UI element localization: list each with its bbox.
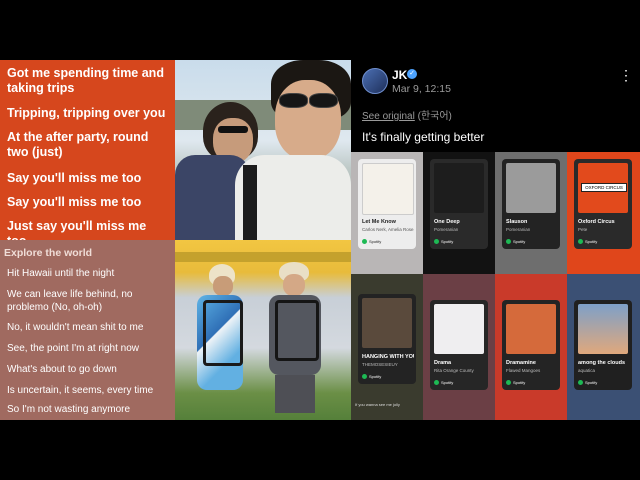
harness xyxy=(203,300,243,366)
song-card: among the clouds aquatica Spotify xyxy=(574,300,632,390)
song-card: One Deep Pomeranian Spotify xyxy=(430,159,488,249)
album-art-map xyxy=(362,163,414,215)
post-username[interactable]: JK xyxy=(392,68,407,82)
album-art xyxy=(506,163,556,213)
social-post: JK ✓ Mar 9, 12:15 ⋮ See original (한국어) I… xyxy=(351,60,640,420)
grid-image[interactable]: One Deep Pomeranian Spotify xyxy=(423,152,495,274)
song-title: One Deep xyxy=(434,219,460,225)
harness xyxy=(275,300,319,361)
album-art xyxy=(506,304,556,354)
image-grid: Let Me Know Carlos Nerk, Amelia Rose, RI… xyxy=(351,152,640,420)
sunglasses-icon xyxy=(218,126,248,133)
album-art xyxy=(434,163,484,213)
post-text: It's finally getting better xyxy=(362,130,485,144)
person-face xyxy=(275,80,341,160)
album-art xyxy=(434,304,484,354)
lyric-line-upcoming: No, it wouldn't mean shit to me xyxy=(7,322,144,333)
grid-image[interactable]: Let Me Know Carlos Nerk, Amelia Rose, RI… xyxy=(351,152,423,274)
spotify-brand: Spotify xyxy=(434,380,453,385)
person-face xyxy=(283,274,305,296)
song-card: Slauson Pomeranian Spotify xyxy=(502,159,560,249)
album-art xyxy=(578,304,628,354)
song-title: Let Me Know xyxy=(362,219,396,225)
grid-image[interactable]: Drama Rita Orange County Spotify xyxy=(423,274,495,420)
lyrics-section-title: Explore the world xyxy=(4,247,93,259)
spotify-brand: Spotify xyxy=(434,239,453,244)
song-title: Dramamine xyxy=(506,360,536,366)
song-card: Drama Rita Orange County Spotify xyxy=(430,300,488,390)
album-art: OXFORD CIRCUS xyxy=(578,163,628,213)
story-caption: If you wanna see me jolly xyxy=(355,402,400,407)
song-title: HANGING WITH YOU xyxy=(362,354,414,360)
song-title: among the clouds xyxy=(578,360,626,366)
song-artist: THEMOSESIEUY xyxy=(362,362,398,367)
song-card: HANGING WITH YOU THEMOSESIEUY Spotify xyxy=(358,294,416,384)
person-face xyxy=(213,276,233,296)
lyric-line-upcoming: Is uncertain, it seems, every time xyxy=(7,385,154,396)
skydive-photo xyxy=(175,240,351,420)
grid-image[interactable]: Slauson Pomeranian Spotify xyxy=(495,152,567,274)
song-artist: Pomeranian xyxy=(506,227,531,232)
person-legs xyxy=(275,375,315,413)
language-note: (한국어) xyxy=(417,111,452,122)
album-art-label: OXFORD CIRCUS xyxy=(581,183,627,192)
lyric-line: Say you'll miss me too xyxy=(7,195,142,209)
see-original-link[interactable]: See original xyxy=(362,111,415,122)
lyrics-highlight-area: Got me spending time and taking trips Tr… xyxy=(0,60,175,248)
spotify-brand: Spotify xyxy=(578,239,597,244)
lyric-line-upcoming: See, the point I'm at right now xyxy=(7,343,139,354)
grid-image[interactable]: OXFORD CIRCUS Oxford Circus Pete Spotify xyxy=(567,152,640,274)
grid-image[interactable]: among the clouds aquatica Spotify xyxy=(567,274,640,420)
sunglasses-icon xyxy=(279,93,308,108)
album-art xyxy=(362,298,412,348)
song-card: Let Me Know Carlos Nerk, Amelia Rose, RI… xyxy=(358,159,416,249)
song-artist: Pete xyxy=(578,227,588,232)
lyric-line-upcoming: What's about to go down xyxy=(7,364,117,375)
lyric-line-upcoming: We can leave life behind, no problemo (N… xyxy=(7,289,133,313)
lyric-line: Tripping, tripping over you xyxy=(7,106,166,120)
grid-image[interactable]: Dramamine Flawed Mangoes Spotify xyxy=(495,274,567,420)
song-artist: aquatica xyxy=(578,368,596,373)
avatar[interactable] xyxy=(362,68,388,94)
song-artist: Flawed Mangoes xyxy=(506,368,541,373)
spotify-brand: Spotify xyxy=(506,239,525,244)
see-original[interactable]: See original (한국어) xyxy=(362,107,452,122)
song-card: Dramamine Flawed Mangoes Spotify xyxy=(502,300,560,390)
lyric-line-upcoming: So I'm not wasting anymore xyxy=(7,404,131,415)
canopy-edge xyxy=(175,252,351,262)
post-timestamp: Mar 9, 12:15 xyxy=(392,83,451,95)
song-title: Drama xyxy=(434,360,452,366)
lyrics-panel: Got me spending time and taking trips Tr… xyxy=(0,60,175,420)
spotify-brand: Spotify xyxy=(362,239,381,244)
more-options-icon[interactable]: ⋮ xyxy=(619,68,633,82)
song-artist: Carlos Nerk, Amelia Rose, RICH xyxy=(362,227,414,232)
selfie-photo xyxy=(175,60,351,240)
lyric-line: At the after party, round two (just) xyxy=(7,130,149,159)
spotify-brand: Spotify xyxy=(362,374,381,379)
grid-image[interactable]: HANGING WITH YOU THEMOSESIEUY Spotify If… xyxy=(351,274,423,420)
verified-badge-icon: ✓ xyxy=(407,69,417,79)
spotify-brand: Spotify xyxy=(578,380,597,385)
lyric-line: Say you'll miss me too xyxy=(7,171,142,185)
lyric-line-upcoming: Hit Hawaii until the night xyxy=(7,268,115,279)
sunglasses-icon xyxy=(309,93,338,108)
song-artist: Rita Orange County xyxy=(434,368,474,373)
song-artist: Pomeranian xyxy=(434,227,459,232)
backpack-strap xyxy=(243,165,257,240)
lyric-line: Got me spending time and taking trips xyxy=(7,66,164,95)
spotify-brand: Spotify xyxy=(506,380,525,385)
video-frame: Got me spending time and taking trips Tr… xyxy=(0,60,640,420)
song-card: OXFORD CIRCUS Oxford Circus Pete Spotify xyxy=(574,159,632,249)
song-title: Slauson xyxy=(506,219,528,225)
song-title: Oxford Circus xyxy=(578,219,615,225)
